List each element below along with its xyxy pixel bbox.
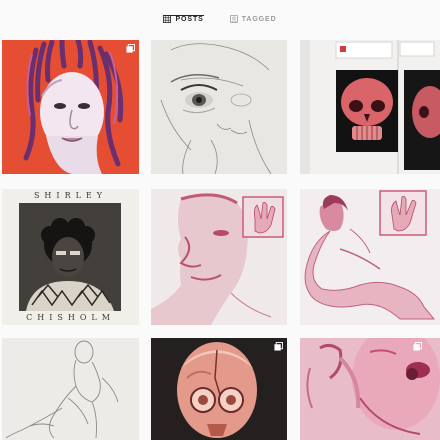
grid-icon (163, 15, 172, 23)
post-image (2, 189, 139, 325)
post-tile[interactable] (151, 338, 287, 440)
post-image (300, 338, 440, 440)
tab-tagged[interactable]: TAGGED (229, 0, 277, 38)
multiple-images-icon (413, 342, 422, 351)
post-image (300, 40, 440, 174)
post-image (300, 189, 440, 325)
tab-tagged-label: TAGGED (241, 15, 277, 23)
multiple-images-icon (126, 44, 135, 53)
post-tile[interactable] (2, 40, 139, 174)
multiple-images-icon (274, 342, 283, 351)
post-tile[interactable] (300, 189, 440, 325)
tag-icon (229, 15, 238, 23)
poster-title-top: SHIRLEY (33, 191, 108, 200)
post-tile[interactable] (151, 40, 287, 174)
post-image (2, 338, 139, 440)
tab-posts[interactable]: POSTS (163, 0, 204, 38)
post-tile[interactable] (151, 189, 287, 325)
post-image (151, 189, 287, 325)
post-tile[interactable] (300, 40, 440, 174)
poster-title-bottom: CHISHOLM (26, 313, 115, 322)
post-tile[interactable]: SHIRLEY CHISHOLM (2, 189, 139, 325)
post-image (151, 338, 287, 440)
profile-tabs: POSTS TAGGED (0, 0, 440, 38)
post-tile[interactable] (300, 338, 440, 440)
tab-posts-label: POSTS (175, 15, 204, 23)
post-tile[interactable] (2, 338, 139, 440)
post-image (151, 40, 287, 174)
post-image (2, 40, 139, 174)
